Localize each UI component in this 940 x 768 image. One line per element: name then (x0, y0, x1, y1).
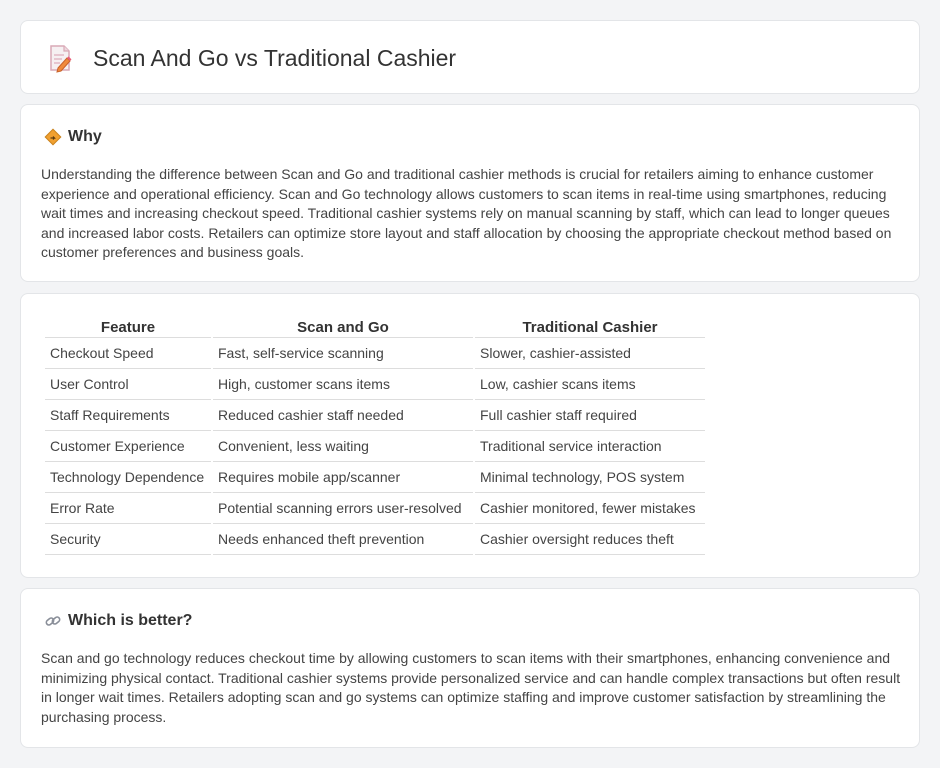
cell-traditional-cashier: Traditional service interaction (475, 431, 705, 462)
cell-feature: Technology Dependence (45, 462, 211, 493)
header-traditional-cashier: Traditional Cashier (475, 314, 705, 338)
table-header-row: Feature Scan and Go Traditional Cashier (45, 314, 705, 338)
cell-traditional-cashier: Full cashier staff required (475, 400, 705, 431)
cell-scan-and-go: High, customer scans items (213, 369, 473, 400)
cell-traditional-cashier: Minimal technology, POS system (475, 462, 705, 493)
cell-scan-and-go: Potential scanning errors user-resolved (213, 493, 473, 524)
better-text: Scan and go technology reduces checkout … (41, 650, 901, 725)
table-row: Error Rate Potential scanning errors use… (45, 493, 705, 524)
cell-traditional-cashier: Cashier monitored, fewer mistakes (475, 493, 705, 524)
why-text: Understanding the difference between Sca… (41, 166, 892, 260)
table-row: Staff Requirements Reduced cashier staff… (45, 400, 705, 431)
title-row: Scan And Go vs Traditional Cashier (47, 43, 456, 73)
why-heading: Why (68, 128, 102, 145)
document-edit-icon (50, 45, 72, 73)
better-card: Which is better? Scan and go technology … (20, 588, 920, 748)
cell-feature: Customer Experience (45, 431, 211, 462)
table-row: User Control High, customer scans items … (45, 369, 705, 400)
cell-scan-and-go: Needs enhanced theft prevention (213, 524, 473, 555)
comparison-table: Feature Scan and Go Traditional Cashier … (43, 314, 707, 555)
why-heading-row: Why (43, 127, 102, 147)
link-icon (43, 611, 63, 631)
better-heading-row: Which is better? (43, 611, 192, 631)
title-card: Scan And Go vs Traditional Cashier (20, 20, 920, 94)
cell-traditional-cashier: Low, cashier scans items (475, 369, 705, 400)
cell-feature: User Control (45, 369, 211, 400)
cell-feature: Error Rate (45, 493, 211, 524)
cell-scan-and-go: Fast, self-service scanning (213, 338, 473, 369)
better-heading: Which is better? (68, 612, 193, 629)
cell-scan-and-go: Reduced cashier staff needed (213, 400, 473, 431)
why-card: Why Understanding the difference between… (20, 104, 920, 282)
header-scan-and-go: Scan and Go (213, 314, 473, 338)
table-row: Checkout Speed Fast, self-service scanni… (45, 338, 705, 369)
cell-feature: Security (45, 524, 211, 555)
cell-traditional-cashier: Cashier oversight reduces theft (475, 524, 705, 555)
comparison-card: Feature Scan and Go Traditional Cashier … (20, 293, 920, 578)
cell-feature: Checkout Speed (45, 338, 211, 369)
diamond-sign-icon (43, 127, 63, 147)
page-title: Scan And Go vs Traditional Cashier (93, 44, 457, 71)
header-feature: Feature (45, 314, 211, 338)
table-row: Security Needs enhanced theft prevention… (45, 524, 705, 555)
cell-feature: Staff Requirements (45, 400, 211, 431)
table-row: Technology Dependence Requires mobile ap… (45, 462, 705, 493)
table-row: Customer Experience Convenient, less wai… (45, 431, 705, 462)
cell-scan-and-go: Requires mobile app/scanner (213, 462, 473, 493)
cell-traditional-cashier: Slower, cashier-assisted (475, 338, 705, 369)
cell-scan-and-go: Convenient, less waiting (213, 431, 473, 462)
